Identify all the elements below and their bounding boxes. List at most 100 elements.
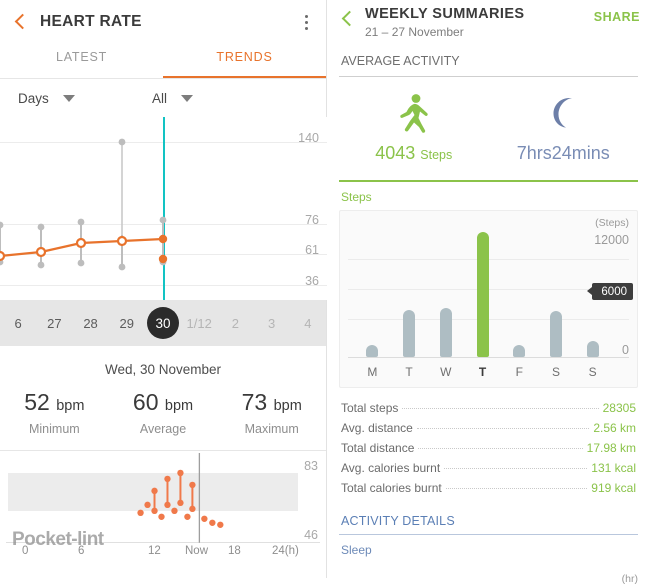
running-person-glyph [400, 94, 428, 133]
average-steps-value: 4043 [375, 143, 416, 163]
chevron-down-icon [181, 94, 194, 102]
chevron-down-icon [62, 94, 75, 102]
stat-leader [445, 488, 588, 489]
bar-wrapper [464, 225, 501, 357]
date-cell[interactable]: 29 [109, 316, 145, 331]
steps-label: Steps [341, 190, 372, 204]
moon-glyph [553, 98, 573, 128]
stat-row: Avg. calories burnt 131 kcal [341, 458, 636, 478]
bar-wrapper [538, 225, 575, 357]
stat-label: Avg. calories burnt [341, 461, 441, 475]
period-selector-label: Days [18, 90, 49, 106]
x-label-f: F [515, 365, 523, 379]
tab-trends[interactable]: TRENDS [163, 44, 326, 78]
stat-label: Total calories burnt [341, 481, 442, 495]
stat-label: Total steps [341, 401, 399, 415]
bar-sunday [586, 340, 599, 357]
watermark: Pocket-lint [12, 529, 104, 550]
weekly-steps-chart[interactable]: (Steps) 12000 0 6000 M T W T F S S [339, 210, 638, 388]
running-person-icon [339, 91, 489, 135]
x-label-m: M [367, 365, 378, 379]
period-selector[interactable]: Days [0, 91, 120, 106]
page-title: WEEKLY SUMMARIES [365, 6, 525, 22]
page-subtitle: 21 – 27 November [365, 25, 464, 39]
y-axis-label-0: 0 [622, 343, 629, 357]
stat-leader [418, 448, 583, 449]
stat-row: Avg. distance 2.56 km [341, 418, 636, 438]
weekly-summaries-header: WEEKLY SUMMARIES 21 – 27 November SHARE [327, 0, 650, 44]
bpm-average-value: 60 [132, 389, 159, 415]
x-axis-label-now: Now [185, 545, 209, 557]
date-cell[interactable]: 4 [290, 316, 326, 331]
kebab-menu-icon[interactable] [296, 11, 316, 33]
bar-saturday [549, 310, 562, 357]
scope-selector-label: All [152, 90, 168, 106]
bar-wrapper [354, 225, 391, 357]
bar-friday [513, 344, 526, 357]
bar-wednesday [439, 307, 452, 357]
bar-wrapper [501, 225, 538, 357]
x-label-t2: T [478, 365, 487, 379]
bar-tuesday [403, 309, 416, 357]
bar-thursday [476, 231, 489, 357]
average-sleep-cell: 7hrs24mins [489, 91, 639, 164]
scope-selector[interactable]: All [120, 91, 326, 106]
share-button[interactable]: SHARE [594, 6, 640, 24]
stat-value: 2.56 km [593, 421, 636, 435]
heart-rate-tabs: LATEST TRENDS [0, 44, 326, 78]
moon-icon [489, 91, 639, 135]
back-chevron-icon[interactable] [10, 11, 32, 33]
steps-x-axis: M T W T F S S [354, 365, 611, 379]
date-cell[interactable]: 27 [36, 316, 72, 331]
dual-screen-container: HEART RATE LATEST TRENDS Days All 140 76… [0, 0, 650, 585]
header-titles: WEEKLY SUMMARIES 21 – 27 November [365, 6, 524, 39]
date-cell[interactable]: 1/12 [181, 316, 217, 331]
bpm-maximum-unit: bpm [273, 398, 302, 414]
section-title-activity-details[interactable]: ACTIVITY DETAILS [339, 502, 638, 534]
bpm-maximum-value: 73 [241, 389, 268, 415]
date-cell-selected[interactable]: 30 [145, 307, 181, 339]
stat-leader [444, 468, 588, 469]
average-sleep-value: 7hrs24mins [516, 143, 610, 163]
weekly-summaries-body: AVERAGE ACTIVITY 4043 Steps 7hrs24mins S… [327, 44, 650, 585]
date-cell[interactable]: 3 [254, 316, 290, 331]
bar-wrapper [391, 225, 428, 357]
date-cell-selected-label: 30 [146, 307, 179, 339]
x-label-s1: S [551, 365, 560, 379]
bar-wrapper [574, 225, 611, 357]
stat-value: 131 kcal [591, 461, 636, 475]
date-strip[interactable]: 6 27 28 29 30 1/12 2 3 4 [0, 300, 326, 346]
bpm-average: 60 bpm Average [109, 389, 218, 436]
section-title-average-activity: AVERAGE ACTIVITY [341, 54, 460, 68]
average-steps-cell: 4043 Steps [339, 91, 489, 164]
x-axis-label-24: 24(h) [272, 545, 299, 557]
range-selectors: Days All [0, 79, 326, 117]
bpm-average-label: Average [139, 422, 187, 436]
bar-wrapper [427, 225, 464, 357]
tab-latest[interactable]: LATEST [0, 44, 163, 78]
date-cell[interactable]: 2 [217, 316, 253, 331]
selected-day-label: Wed, 30 November [104, 362, 222, 377]
bpm-minimum: 52 bpm Minimum [0, 389, 109, 436]
sleep-label: Sleep [341, 543, 372, 557]
weekly-summaries-screen: WEEKLY SUMMARIES 21 – 27 November SHARE … [327, 0, 650, 585]
stat-leader [402, 408, 599, 409]
bpm-summary-row: 52 bpm Minimum 60 bpm Average 73 bpm Max… [0, 385, 326, 450]
bpm-average-unit: bpm [164, 398, 194, 414]
heart-rate-header: HEART RATE [0, 0, 326, 44]
stat-row: Total calories burnt 919 kcal [341, 478, 636, 498]
back-chevron-icon[interactable] [337, 6, 359, 30]
stat-label: Total distance [341, 441, 415, 455]
bar-monday [366, 344, 379, 357]
daily-heart-rate-chart[interactable]: 83 46 0 6 12 Now 18 24(h) Pocket-lint [0, 451, 326, 563]
average-steps-unit: Steps [420, 148, 453, 162]
x-axis-line [348, 357, 629, 358]
heart-rate-trend-chart[interactable]: 140 76 61 36 [0, 117, 327, 300]
date-cell[interactable]: 6 [0, 316, 36, 331]
bpm-minimum-unit: bpm [56, 398, 85, 414]
date-cell[interactable]: 28 [72, 316, 108, 331]
stat-value: 919 kcal [591, 481, 636, 495]
heart-rate-screen: HEART RATE LATEST TRENDS Days All 140 76… [0, 0, 327, 578]
stat-leader [416, 428, 590, 429]
bpm-maximum: 73 bpm Maximum [217, 389, 326, 436]
